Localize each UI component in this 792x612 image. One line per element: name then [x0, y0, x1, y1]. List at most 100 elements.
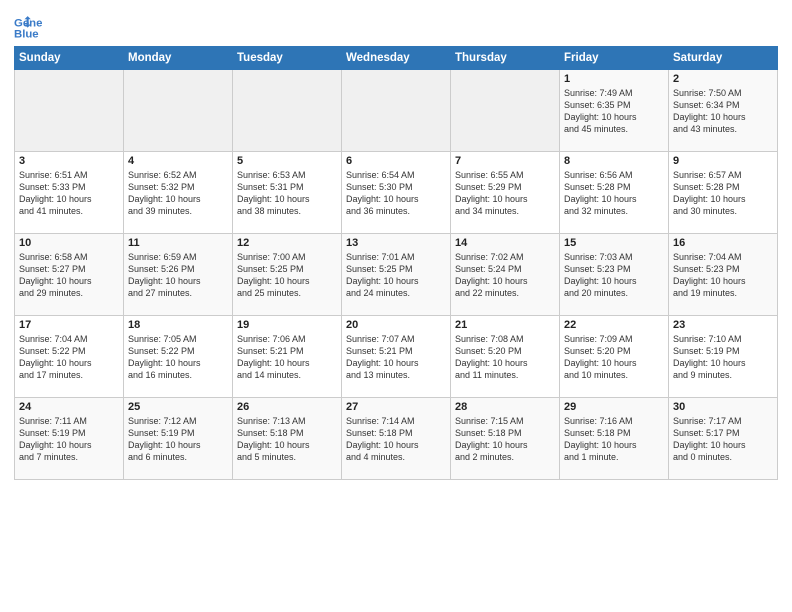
day-info: Sunrise: 6:57 AM Sunset: 5:28 PM Dayligh… — [673, 169, 773, 218]
weekday-header-saturday: Saturday — [669, 47, 778, 70]
day-number: 2 — [673, 73, 773, 85]
calendar-cell: 1 Sunrise: 7:49 AM Sunset: 6:35 PM Daylig… — [560, 70, 669, 152]
calendar-cell: 4 Sunrise: 6:52 AM Sunset: 5:32 PM Daylig… — [124, 152, 233, 234]
day-number: 15 — [564, 237, 664, 249]
calendar-week-row: 1 Sunrise: 7:49 AM Sunset: 6:35 PM Daylig… — [15, 70, 778, 152]
day-number: 8 — [564, 155, 664, 167]
calendar-cell: 10 Sunrise: 6:58 AM Sunset: 5:27 PM Dayli… — [15, 234, 124, 316]
calendar-cell: 3 Sunrise: 6:51 AM Sunset: 5:33 PM Daylig… — [15, 152, 124, 234]
logo-icon: General Blue — [14, 14, 42, 42]
calendar-cell: 6 Sunrise: 6:54 AM Sunset: 5:30 PM Daylig… — [342, 152, 451, 234]
day-number: 25 — [128, 401, 228, 413]
day-info: Sunrise: 7:06 AM Sunset: 5:21 PM Dayligh… — [237, 333, 337, 382]
day-number: 24 — [19, 401, 119, 413]
logo: General Blue — [14, 14, 42, 42]
calendar-cell: 13 Sunrise: 7:01 AM Sunset: 5:25 PM Dayli… — [342, 234, 451, 316]
calendar-cell — [124, 70, 233, 152]
day-info: Sunrise: 7:15 AM Sunset: 5:18 PM Dayligh… — [455, 415, 555, 464]
calendar-week-row: 10 Sunrise: 6:58 AM Sunset: 5:27 PM Dayli… — [15, 234, 778, 316]
calendar-cell: 24Sunrise: 7:11 AM Sunset: 5:19 PM Dayli… — [15, 398, 124, 480]
day-number: 26 — [237, 401, 337, 413]
calendar-cell: 27Sunrise: 7:14 AM Sunset: 5:18 PM Dayli… — [342, 398, 451, 480]
calendar-cell: 14Sunrise: 7:02 AM Sunset: 5:24 PM Dayli… — [451, 234, 560, 316]
day-info: Sunrise: 7:14 AM Sunset: 5:18 PM Dayligh… — [346, 415, 446, 464]
day-info: Sunrise: 7:03 AM Sunset: 5:23 PM Dayligh… — [564, 251, 664, 300]
day-number: 14 — [455, 237, 555, 249]
day-number: 29 — [564, 401, 664, 413]
day-number: 3 — [19, 155, 119, 167]
weekday-header-monday: Monday — [124, 47, 233, 70]
day-info: Sunrise: 7:13 AM Sunset: 5:18 PM Dayligh… — [237, 415, 337, 464]
calendar-cell: 7 Sunrise: 6:55 AM Sunset: 5:29 PM Daylig… — [451, 152, 560, 234]
calendar-cell: 15 Sunrise: 7:03 AM Sunset: 5:23 PM Dayli… — [560, 234, 669, 316]
calendar-cell: 26 Sunrise: 7:13 AM Sunset: 5:18 PM Dayli… — [233, 398, 342, 480]
day-info: Sunrise: 7:10 AM Sunset: 5:19 PM Dayligh… — [673, 333, 773, 382]
header: General Blue — [14, 10, 778, 42]
calendar-cell: 20 Sunrise: 7:07 AM Sunset: 5:21 PM Dayli… — [342, 316, 451, 398]
calendar-cell: 8 Sunrise: 6:56 AM Sunset: 5:28 PM Daylig… — [560, 152, 669, 234]
calendar-table: SundayMondayTuesdayWednesdayThursdayFrid… — [14, 46, 778, 480]
day-info: Sunrise: 7:17 AM Sunset: 5:17 PM Dayligh… — [673, 415, 773, 464]
day-number: 10 — [19, 237, 119, 249]
day-number: 9 — [673, 155, 773, 167]
day-info: Sunrise: 6:54 AM Sunset: 5:30 PM Dayligh… — [346, 169, 446, 218]
day-number: 4 — [128, 155, 228, 167]
day-info: Sunrise: 6:56 AM Sunset: 5:28 PM Dayligh… — [564, 169, 664, 218]
day-number: 30 — [673, 401, 773, 413]
day-info: Sunrise: 6:52 AM Sunset: 5:32 PM Dayligh… — [128, 169, 228, 218]
svg-text:Blue: Blue — [14, 29, 39, 41]
calendar-cell: 16 Sunrise: 7:04 AM Sunset: 5:23 PM Dayli… — [669, 234, 778, 316]
day-number: 13 — [346, 237, 446, 249]
calendar-cell: 25 Sunrise: 7:12 AM Sunset: 5:19 PM Dayli… — [124, 398, 233, 480]
day-number: 19 — [237, 319, 337, 331]
calendar-week-row: 24Sunrise: 7:11 AM Sunset: 5:19 PM Dayli… — [15, 398, 778, 480]
day-number: 11 — [128, 237, 228, 249]
day-info: Sunrise: 7:12 AM Sunset: 5:19 PM Dayligh… — [128, 415, 228, 464]
calendar-cell: 17Sunrise: 7:04 AM Sunset: 5:22 PM Dayli… — [15, 316, 124, 398]
day-number: 6 — [346, 155, 446, 167]
day-number: 12 — [237, 237, 337, 249]
calendar-cell: 12Sunrise: 7:00 AM Sunset: 5:25 PM Dayli… — [233, 234, 342, 316]
day-info: Sunrise: 7:49 AM Sunset: 6:35 PM Dayligh… — [564, 87, 664, 136]
calendar-cell — [233, 70, 342, 152]
day-number: 17 — [19, 319, 119, 331]
calendar-cell: 22 Sunrise: 7:09 AM Sunset: 5:20 PM Dayli… — [560, 316, 669, 398]
day-info: Sunrise: 7:01 AM Sunset: 5:25 PM Dayligh… — [346, 251, 446, 300]
day-info: Sunrise: 7:50 AM Sunset: 6:34 PM Dayligh… — [673, 87, 773, 136]
weekday-header-friday: Friday — [560, 47, 669, 70]
calendar-cell: 30 Sunrise: 7:17 AM Sunset: 5:17 PM Dayli… — [669, 398, 778, 480]
day-number: 16 — [673, 237, 773, 249]
day-number: 1 — [564, 73, 664, 85]
day-number: 21 — [455, 319, 555, 331]
weekday-header-sunday: Sunday — [15, 47, 124, 70]
day-number: 18 — [128, 319, 228, 331]
calendar-cell: 21Sunrise: 7:08 AM Sunset: 5:20 PM Dayli… — [451, 316, 560, 398]
day-info: Sunrise: 6:58 AM Sunset: 5:27 PM Dayligh… — [19, 251, 119, 300]
day-info: Sunrise: 6:53 AM Sunset: 5:31 PM Dayligh… — [237, 169, 337, 218]
calendar-cell — [342, 70, 451, 152]
day-info: Sunrise: 7:07 AM Sunset: 5:21 PM Dayligh… — [346, 333, 446, 382]
calendar-cell — [15, 70, 124, 152]
weekday-header-tuesday: Tuesday — [233, 47, 342, 70]
calendar-cell: 23Sunrise: 7:10 AM Sunset: 5:19 PM Dayli… — [669, 316, 778, 398]
calendar-week-row: 17Sunrise: 7:04 AM Sunset: 5:22 PM Dayli… — [15, 316, 778, 398]
day-number: 5 — [237, 155, 337, 167]
day-number: 20 — [346, 319, 446, 331]
day-info: Sunrise: 6:51 AM Sunset: 5:33 PM Dayligh… — [19, 169, 119, 218]
calendar-cell — [451, 70, 560, 152]
calendar-week-row: 3 Sunrise: 6:51 AM Sunset: 5:33 PM Daylig… — [15, 152, 778, 234]
day-info: Sunrise: 7:05 AM Sunset: 5:22 PM Dayligh… — [128, 333, 228, 382]
weekday-header-thursday: Thursday — [451, 47, 560, 70]
day-info: Sunrise: 7:04 AM Sunset: 5:23 PM Dayligh… — [673, 251, 773, 300]
day-info: Sunrise: 7:09 AM Sunset: 5:20 PM Dayligh… — [564, 333, 664, 382]
day-number: 22 — [564, 319, 664, 331]
day-info: Sunrise: 6:55 AM Sunset: 5:29 PM Dayligh… — [455, 169, 555, 218]
calendar-cell: 11Sunrise: 6:59 AM Sunset: 5:26 PM Dayli… — [124, 234, 233, 316]
day-number: 28 — [455, 401, 555, 413]
calendar-cell: 28 Sunrise: 7:15 AM Sunset: 5:18 PM Dayli… — [451, 398, 560, 480]
day-info: Sunrise: 7:16 AM Sunset: 5:18 PM Dayligh… — [564, 415, 664, 464]
calendar-cell: 9 Sunrise: 6:57 AM Sunset: 5:28 PM Daylig… — [669, 152, 778, 234]
calendar-cell: 5 Sunrise: 6:53 AM Sunset: 5:31 PM Daylig… — [233, 152, 342, 234]
weekday-header-row: SundayMondayTuesdayWednesdayThursdayFrid… — [15, 47, 778, 70]
day-number: 7 — [455, 155, 555, 167]
